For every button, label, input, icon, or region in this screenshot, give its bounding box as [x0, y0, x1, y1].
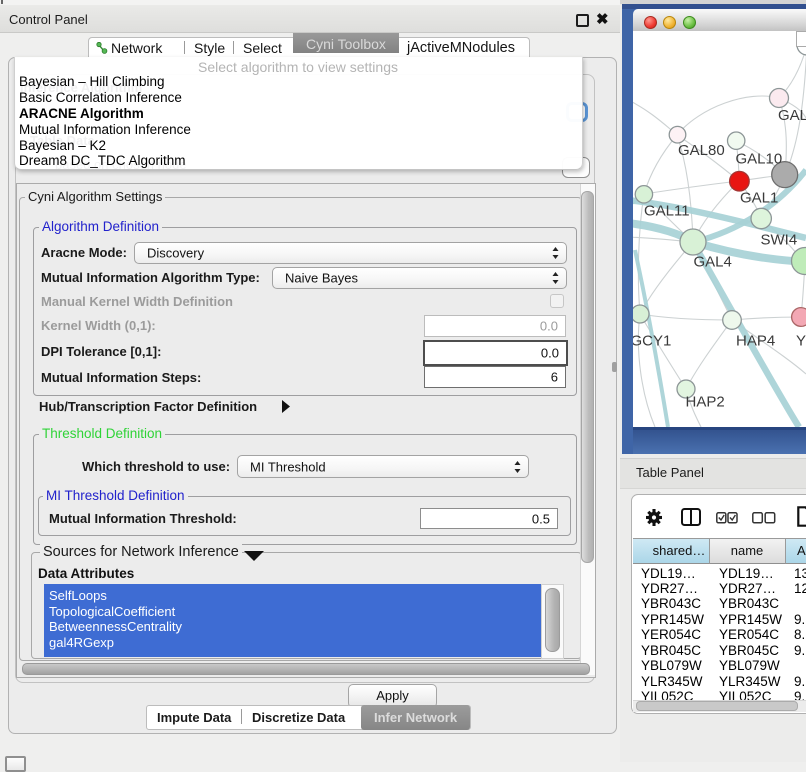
svg-text:GAL7: GAL7: [778, 107, 806, 124]
svg-text:GAL11: GAL11: [644, 203, 690, 220]
svg-text:GAL10: GAL10: [736, 151, 783, 168]
svg-text:GCY1: GCY1: [633, 333, 671, 350]
svg-text:HAP2: HAP2: [686, 394, 725, 411]
svg-text:GAL4: GAL4: [694, 254, 732, 271]
svg-text:YM: YM: [796, 333, 806, 350]
svg-text:SWI4: SWI4: [761, 232, 798, 249]
svg-text:HAP4: HAP4: [736, 333, 775, 350]
svg-text:GAL80: GAL80: [678, 142, 725, 159]
svg-text:GAL1: GAL1: [740, 190, 778, 207]
